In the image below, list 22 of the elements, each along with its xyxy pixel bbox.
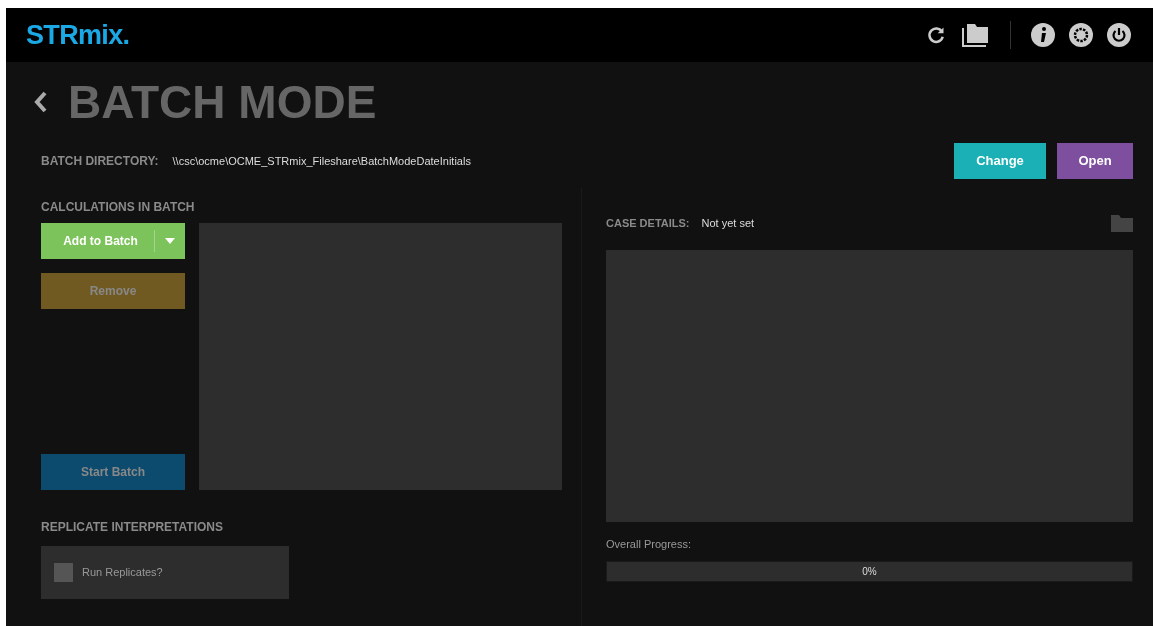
add-split-button[interactable]: Add to Batch	[41, 223, 185, 259]
power-icon[interactable]	[1107, 23, 1131, 47]
batch-directory-path: \\csc\ocme\OCME_STRmix_Fileshare\BatchModeDateInitials	[172, 153, 471, 169]
folders-icon[interactable]	[960, 22, 990, 48]
logo-dot: .	[122, 18, 130, 52]
page-title: BATCH MODE	[68, 74, 377, 130]
logo: STRmix	[26, 18, 123, 52]
section-title: REPLICATE INTERPRETATIONS	[41, 519, 224, 536]
case-details-value: Not yet set	[701, 215, 755, 231]
section-title: CALCULATIONS IN BATCH	[41, 199, 196, 216]
case-details-label: CASE DETAILS:	[606, 215, 690, 231]
directory-button[interactable]: Change	[954, 143, 1046, 179]
directory-button[interactable]: Open	[1057, 143, 1133, 179]
info-icon[interactable]	[1031, 23, 1055, 47]
checkbox-label[interactable]: Run Replicates?	[82, 564, 163, 581]
checkbox[interactable]	[54, 563, 73, 582]
refresh-icon[interactable]	[926, 25, 946, 45]
back-icon[interactable]	[34, 91, 48, 113]
progress-reading: 0%	[862, 564, 877, 579]
batch-directory-label: BATCH DIRECTORY:	[41, 153, 159, 170]
settings-icon[interactable]	[1069, 23, 1093, 47]
progress-label: Overall Progress:	[606, 537, 692, 552]
